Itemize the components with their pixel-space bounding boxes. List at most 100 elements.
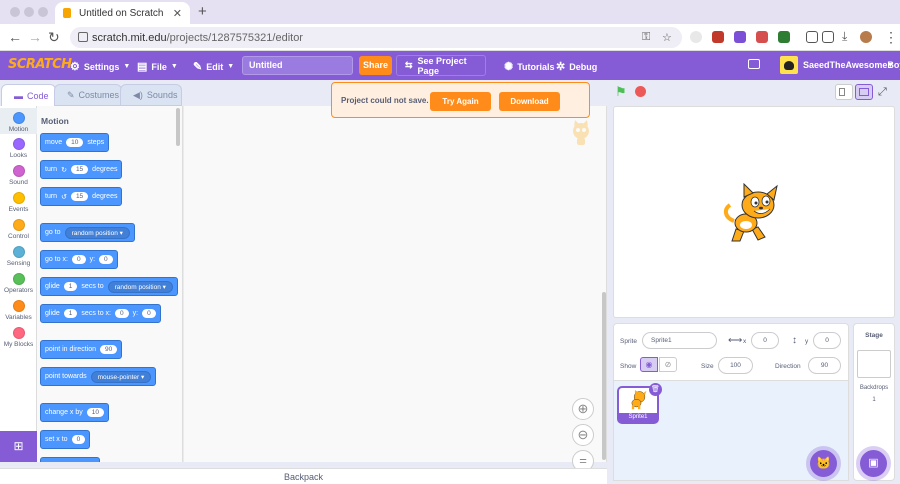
block-go-to[interactable]: go to random position ▾	[40, 223, 135, 242]
block-input[interactable]: 0	[115, 309, 129, 318]
scratch-logo[interactable]: SCRATCH	[8, 57, 72, 72]
block-dropdown[interactable]: random position ▾	[64, 226, 130, 239]
minimize-window-dot[interactable]	[24, 7, 34, 17]
settings-menu[interactable]: ⚙ Settings ▼	[70, 60, 130, 73]
block-go-to-xy[interactable]: go to x: 0 y: 0	[40, 250, 118, 269]
block-input[interactable]: 15	[70, 192, 89, 201]
avatar[interactable]	[780, 56, 798, 74]
close-window-dot[interactable]	[10, 7, 20, 17]
block-input[interactable]: 0	[71, 435, 86, 444]
category-sound[interactable]: Sound	[0, 165, 37, 186]
stage-canvas[interactable]	[613, 106, 895, 318]
hide-sprite-button[interactable]: ⊘	[659, 357, 677, 372]
block-turn-right[interactable]: turn ↻ 15 degrees	[40, 160, 123, 179]
site-info-icon[interactable]	[78, 32, 88, 42]
see-project-page-button[interactable]: ⇆ See Project Page	[396, 55, 486, 76]
block-input[interactable]: 1	[63, 282, 78, 291]
close-tab-icon[interactable]: ✕	[173, 7, 182, 20]
tab-costumes[interactable]: ✎ Costumes	[54, 84, 122, 106]
category-motion[interactable]: Motion	[0, 108, 37, 134]
small-stage-button[interactable]	[835, 84, 853, 100]
url-input[interactable]: scratch.mit.edu/projects/1287575321/edit…	[70, 27, 682, 48]
block-set-x[interactable]: set x to 0	[40, 430, 91, 449]
y-position-input[interactable]: 0	[813, 332, 841, 349]
sprite-name-input[interactable]: Sprite1	[642, 332, 717, 349]
x-position-input[interactable]: 0	[751, 332, 779, 349]
browser-tab[interactable]: Untitled on Scratch ✕	[55, 2, 190, 24]
normal-stage-button[interactable]	[855, 84, 873, 100]
category-sensing[interactable]: Sensing	[0, 246, 37, 267]
profile-avatar[interactable]	[860, 31, 872, 43]
category-events[interactable]: Events	[0, 192, 37, 213]
size-input[interactable]: 100	[718, 357, 753, 374]
block-point-towards[interactable]: point towards mouse-pointer ▾	[40, 367, 157, 386]
block-input[interactable]: 0	[142, 309, 156, 318]
script-area[interactable]	[184, 106, 607, 462]
block-glide-to[interactable]: glide 1 secs to random position ▾	[40, 277, 178, 296]
try-again-button[interactable]: Try Again	[430, 92, 491, 111]
direction-input[interactable]: 90	[808, 357, 841, 374]
block-input[interactable]: 0	[71, 255, 86, 264]
block-input[interactable]: 10	[66, 138, 84, 147]
block-dropdown[interactable]: mouse-pointer ▾	[90, 370, 152, 383]
block-input[interactable]: 90	[99, 345, 118, 354]
show-sprite-button[interactable]: ◉	[640, 357, 658, 372]
add-extension-button[interactable]: ⊞	[0, 431, 37, 462]
new-tab-icon[interactable]: +	[198, 3, 207, 20]
download-button[interactable]: Download	[499, 92, 560, 111]
debug-button[interactable]: ✲ Debug	[556, 60, 597, 73]
cast-icon[interactable]	[806, 31, 818, 43]
sidepanel-icon[interactable]	[822, 31, 834, 43]
fullscreen-icon[interactable]: ⤢	[878, 86, 887, 99]
block-dropdown[interactable]: random position ▾	[107, 280, 173, 293]
forward-icon[interactable]: →	[28, 29, 42, 45]
cat-sprite[interactable]	[722, 183, 784, 245]
my-stuff-folder-icon[interactable]	[748, 59, 760, 69]
tab-sounds[interactable]: ◀) Sounds	[120, 84, 182, 106]
block-turn-left[interactable]: turn ↺ 15 degrees	[40, 187, 123, 206]
zoom-window-dot[interactable]	[38, 7, 48, 17]
block-change-x[interactable]: change x by 10	[40, 403, 109, 422]
extension-icon-3[interactable]	[734, 31, 746, 43]
reload-icon[interactable]: ↻	[48, 29, 60, 46]
stop-icon[interactable]	[635, 86, 646, 97]
category-looks[interactable]: Looks	[0, 138, 37, 159]
block-point-direction[interactable]: point in direction 90	[40, 340, 123, 359]
extension-icon-4[interactable]	[756, 31, 768, 43]
back-icon[interactable]: ←	[8, 29, 22, 45]
bookmark-star-icon[interactable]: ☆	[662, 31, 672, 44]
category-control[interactable]: Control	[0, 219, 37, 240]
category-variables[interactable]: Variables	[0, 300, 37, 321]
block-input[interactable]: 1	[63, 309, 78, 318]
backpack[interactable]: Backpack	[0, 468, 607, 484]
delete-sprite-button[interactable]: 🗑	[649, 383, 662, 396]
green-flag-icon[interactable]: ⚑	[615, 85, 627, 98]
extension-icon-1[interactable]	[690, 31, 702, 43]
script-scrollbar[interactable]	[602, 292, 606, 460]
tutorials-button[interactable]: ✺ Tutorials	[504, 60, 555, 73]
category-my-blocks[interactable]: My Blocks	[0, 327, 37, 348]
category-operators[interactable]: Operators	[0, 273, 37, 294]
extension-icon-5[interactable]	[778, 31, 790, 43]
download-icon[interactable]: ⤓	[842, 29, 847, 44]
block-move-steps[interactable]: move 10 steps	[40, 133, 110, 152]
project-title-input[interactable]: Untitled	[242, 56, 353, 75]
edit-menu[interactable]: ✎ Edit ▼	[193, 60, 234, 73]
block-glide-xy[interactable]: glide 1 secs to x: 0 y: 0	[40, 304, 161, 323]
block-input[interactable]: 10	[86, 408, 104, 417]
password-key-icon[interactable]: ⚿	[642, 31, 650, 44]
palette-scrollbar[interactable]	[176, 108, 180, 146]
chevron-down-icon[interactable]: ▼	[887, 62, 894, 69]
tab-code[interactable]: ▬ Code	[1, 84, 56, 106]
add-backdrop-button[interactable]: ▣	[860, 450, 887, 477]
file-menu[interactable]: ▤ File ▼	[137, 60, 178, 73]
browser-menu-icon[interactable]: ⋮	[884, 29, 898, 46]
username[interactable]: SaeedTheAwesomeBoy	[803, 60, 900, 70]
block-input[interactable]: 0	[99, 255, 113, 264]
add-sprite-button[interactable]: 🐱	[810, 450, 837, 477]
block-input[interactable]: 15	[70, 165, 89, 174]
extension-icon-2[interactable]	[712, 31, 724, 43]
zoom-out-button[interactable]: ⊖	[572, 424, 594, 446]
zoom-in-button[interactable]: ⊕	[572, 398, 594, 420]
share-button[interactable]: Share	[359, 56, 392, 75]
